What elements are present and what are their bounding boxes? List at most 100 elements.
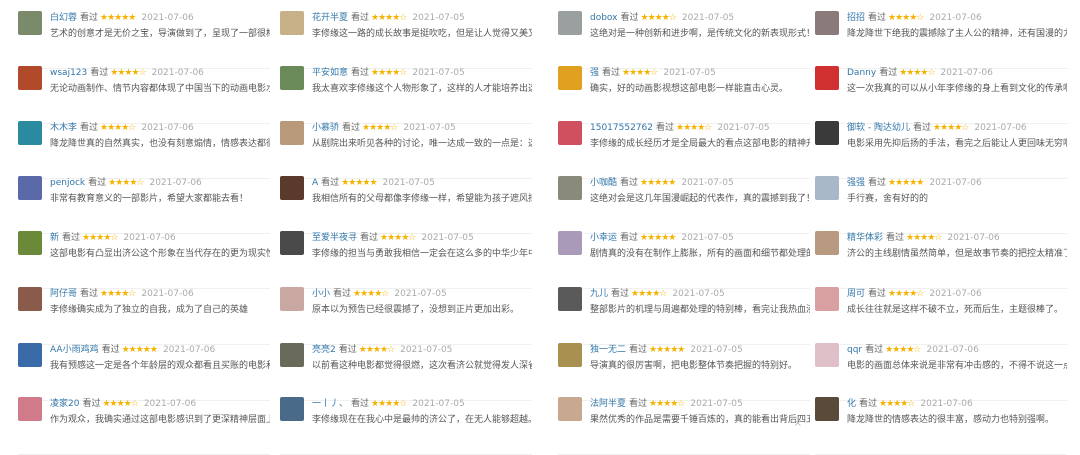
username-link[interactable]: 凌家20 (50, 399, 79, 409)
username-link[interactable]: 小幸运 (590, 233, 617, 243)
avatar[interactable] (558, 397, 582, 421)
username-link[interactable]: 周可 (847, 289, 865, 299)
avatar[interactable] (280, 397, 304, 421)
avatar[interactable] (18, 121, 42, 145)
avatar[interactable] (558, 343, 582, 367)
comment-text: 李修缘的担当与勇敢我相信一定会在这么多的中华少年中传承。 (312, 249, 532, 259)
username-link[interactable]: A (312, 178, 318, 188)
comment-date: 2021-07-06 (920, 399, 973, 409)
comment-date: 2021-07-05 (690, 345, 743, 355)
watched-label: 看过 (859, 399, 878, 409)
username-link[interactable]: 强 (590, 68, 599, 78)
username-link[interactable]: 15017552762 (590, 123, 653, 133)
rating-stars: ★★★★☆ (879, 399, 915, 409)
avatar[interactable] (280, 121, 304, 145)
comment-date: 2021-07-05 (681, 178, 734, 188)
username-link[interactable]: 御软 - 陶达幼儿 (847, 123, 910, 133)
username-link[interactable]: AA小雨鸡鸡 (50, 345, 99, 355)
username-link[interactable]: 招招 (847, 13, 865, 23)
avatar[interactable] (558, 11, 582, 35)
comment-text: 降龙降世的情感表达的很丰富，感动力也特别强啊。 (847, 415, 1055, 425)
username-link[interactable]: 独一无二 (590, 345, 626, 355)
avatar[interactable] (280, 287, 304, 311)
username-link[interactable]: 法阿半夏 (590, 399, 626, 409)
username-link[interactable]: 平安如意 (312, 68, 348, 78)
comment-date: 2021-07-06 (141, 13, 194, 23)
avatar[interactable] (558, 231, 582, 255)
avatar[interactable] (558, 176, 582, 200)
avatar[interactable] (815, 397, 839, 421)
rating-stars: ★★★★☆ (631, 289, 667, 299)
username-link[interactable]: 九儿 (590, 289, 608, 299)
username-link[interactable]: 小慕骄 (312, 123, 339, 133)
comment-text: 果然优秀的作品是需要千锤百炼的，真的能看出背后四五年的用心！ (590, 415, 810, 425)
rating-stars: ★★★★☆ (885, 345, 921, 355)
comment-meta: penjock 看过 ★★★★☆ 2021-07-06 (50, 176, 202, 190)
username-link[interactable]: 白幻蓉 (50, 13, 77, 23)
avatar[interactable] (18, 287, 42, 311)
comment-date: 2021-07-05 (421, 233, 474, 243)
comment-meta: 亮亮2 看过 ★★★★☆ 2021-07-05 (312, 343, 452, 357)
comment-meta: 阿仔哥 看过 ★★★★☆ 2021-07-06 (50, 287, 194, 301)
rating-stars: ★★★★☆ (640, 13, 677, 23)
avatar[interactable] (280, 66, 304, 90)
comment-meta: 花开半夏 看过 ★★★★☆ 2021-07-05 (312, 11, 465, 25)
avatar[interactable] (815, 231, 839, 255)
username-link[interactable]: 阿仔哥 (50, 289, 77, 299)
username-link[interactable]: 精华体彩 (847, 233, 883, 243)
comment-date: 2021-07-05 (681, 233, 734, 243)
avatar[interactable] (815, 343, 839, 367)
username-link[interactable]: dobox (590, 13, 618, 23)
comment-meta: 一丨丿、 看过 ★★★★☆ 2021-07-05 (312, 397, 465, 411)
comment-text: 李修缘现在在我心中是最帅的济公了，在无人能够超越。 (312, 415, 532, 425)
avatar[interactable] (815, 176, 839, 200)
username-link[interactable]: 至爱半夜寻 (312, 233, 357, 243)
avatar[interactable] (815, 66, 839, 90)
avatar[interactable] (18, 11, 42, 35)
comment-item: 九儿 看过 ★★★★☆ 2021-07-05 整部影片的机理与周遍都处理的特别棒，看完让… (558, 287, 810, 345)
avatar[interactable] (280, 231, 304, 255)
username-link[interactable]: 小小 (312, 289, 330, 299)
avatar[interactable] (18, 176, 42, 200)
comment-text: 手行赛，舍有好的的 (847, 194, 929, 204)
comment-meta: 小小 看过 ★★★★☆ 2021-07-05 (312, 287, 447, 301)
comment-item: 化看过 ★★★★☆ 2021-07-06 降龙降世的情感表达的很丰富，感动力也特别强啊… (815, 397, 1067, 455)
avatar[interactable] (280, 176, 304, 200)
username-link[interactable]: 花开半夏 (312, 13, 348, 23)
avatar[interactable] (18, 231, 42, 255)
comment-meta: 法阿半夏 看过 ★★★★☆ 2021-07-05 (590, 397, 743, 411)
avatar[interactable] (558, 121, 582, 145)
avatar[interactable] (815, 121, 839, 145)
username-link[interactable]: Danny (847, 68, 876, 78)
comment-column: dobox 看过 ★★★★☆ 2021-07-05 这绝对是一种创新和进步啊，是传统文化… (540, 0, 810, 455)
username-link[interactable]: 木木李 (50, 123, 77, 133)
username-link[interactable]: 新 (50, 233, 59, 243)
username-link[interactable]: 化 (847, 399, 856, 409)
comment-text: 导演真的很厉害啊，把电影整体节奏把握的特别好。 (590, 361, 798, 371)
avatar[interactable] (280, 11, 304, 35)
watched-label: 看过 (620, 13, 639, 23)
username-link[interactable]: 亮亮2 (312, 345, 336, 355)
avatar[interactable] (558, 66, 582, 90)
avatar[interactable] (558, 287, 582, 311)
comment-text: 确实，好的动画影视想这部电影一样能直击心灵。 (590, 84, 789, 94)
watched-label: 看过 (62, 233, 81, 243)
username-link[interactable]: wsaj123 (50, 68, 87, 78)
comment-meta: 木木李 看过 ★★★★☆ 2021-07-06 (50, 121, 194, 135)
username-link[interactable]: qqr (847, 345, 862, 355)
avatar[interactable] (18, 66, 42, 90)
username-link[interactable]: 一丨丿、 (312, 399, 348, 409)
avatar[interactable] (18, 397, 42, 421)
watched-label: 看过 (656, 123, 675, 133)
comment-column: 花开半夏 看过 ★★★★☆ 2021-07-05 李修缘这一路的成长故事是挺吹吃，但是让… (262, 0, 532, 455)
avatar[interactable] (815, 11, 839, 35)
close-icon[interactable]: × (794, 418, 802, 429)
avatar[interactable] (18, 343, 42, 367)
avatar[interactable] (815, 287, 839, 311)
username-link[interactable]: 强强 (847, 178, 865, 188)
username-link[interactable]: 小咖酷 (590, 178, 617, 188)
avatar[interactable] (280, 343, 304, 367)
comment-meta: 小慕骄 看过 ★★★★☆ 2021-07-05 (312, 121, 456, 135)
username-link[interactable]: penjock (50, 178, 85, 188)
comment-date: 2021-07-05 (663, 68, 716, 78)
